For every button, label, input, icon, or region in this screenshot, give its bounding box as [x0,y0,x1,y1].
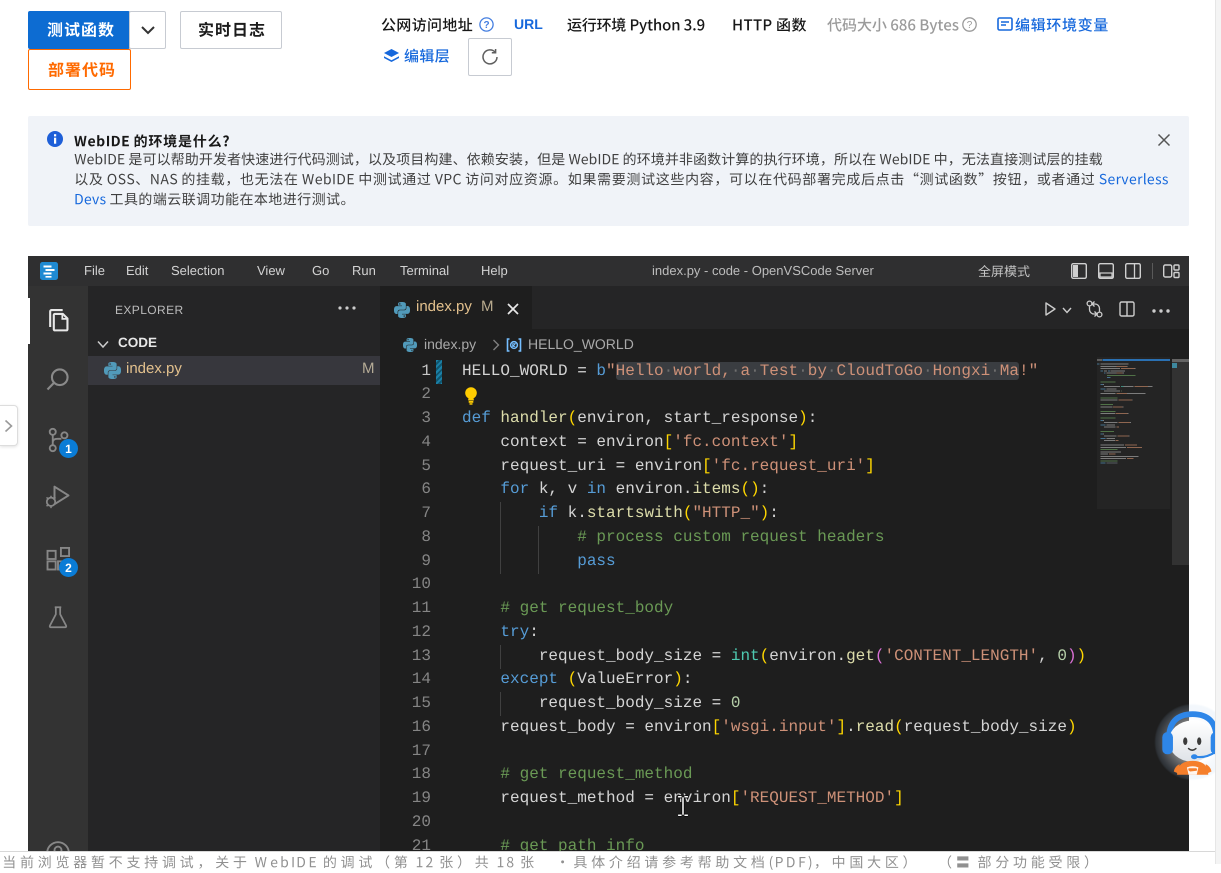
svg-text:?: ? [483,20,489,31]
svg-text:?: ? [967,20,973,31]
